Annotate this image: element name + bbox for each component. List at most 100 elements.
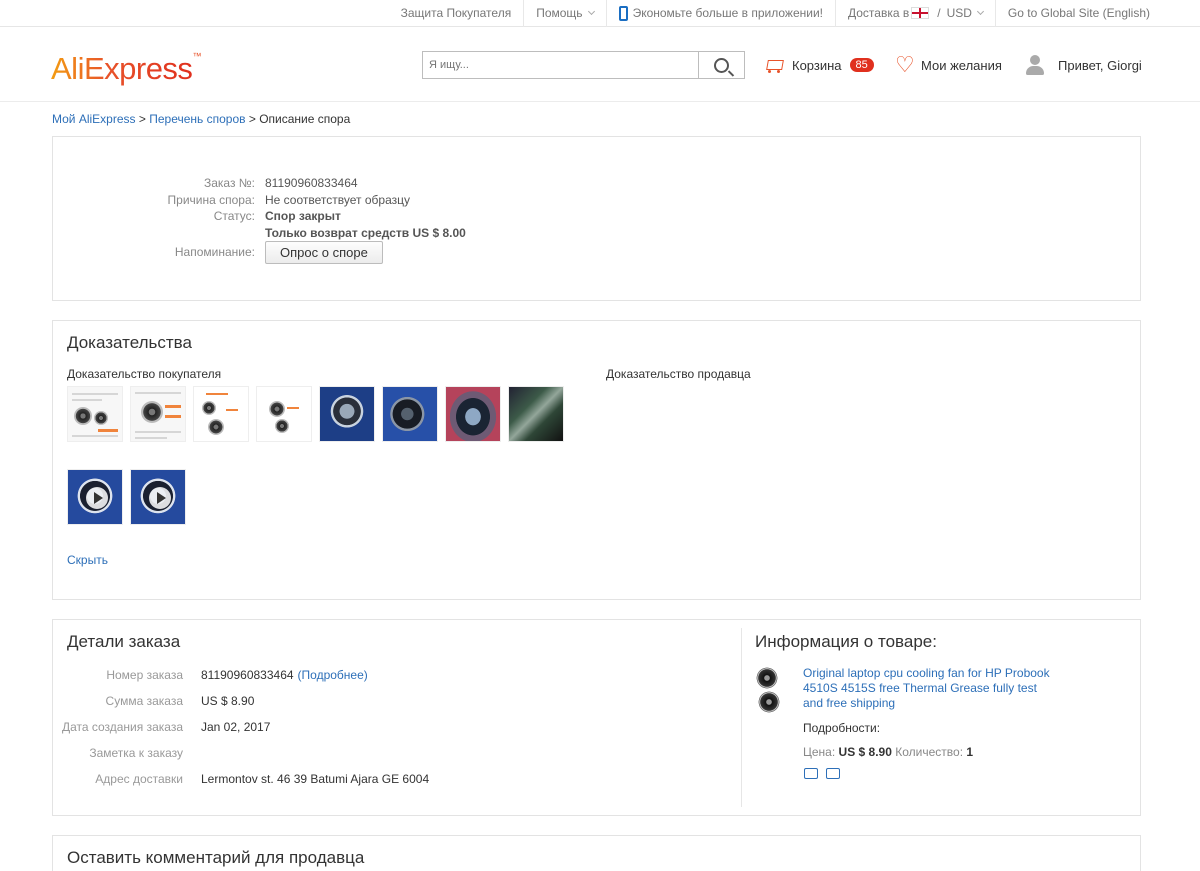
phone-icon bbox=[618, 5, 628, 21]
seller-evidence-label: Доказательство продавца bbox=[606, 367, 751, 381]
breadcrumb-my-aliexpress[interactable]: Мой AliExpress bbox=[52, 112, 136, 126]
greeting-label: Привет, Giorgi bbox=[1058, 57, 1142, 73]
order-detail-label: Заметка к заказу bbox=[89, 746, 183, 760]
product-image[interactable] bbox=[755, 666, 795, 716]
breadcrumb: Мой AliExpress > Перечень споров > Описа… bbox=[52, 112, 350, 126]
order-detail-row: Сумма заказа US $ 8.90 bbox=[53, 694, 255, 708]
reminder-row: Напоминание: Опрос о споре bbox=[53, 241, 383, 264]
comment-title: Оставить комментарий для продавца bbox=[67, 848, 365, 867]
wishlist-label: Мои желания bbox=[921, 57, 1002, 73]
delivery-currency-menu[interactable]: Доставка в / USD bbox=[834, 0, 995, 27]
quantity-label: Количество: bbox=[895, 745, 964, 759]
quantity-value: 1 bbox=[966, 745, 974, 759]
order-detail-row: Номер заказа 81190960833464 (Подробнее) bbox=[53, 668, 368, 682]
refund-row: Только возврат средств US $ 8.00 bbox=[53, 225, 466, 242]
evidence-panel: Доказательства Доказательство покупателя… bbox=[52, 320, 1141, 600]
buyer-evidence-label: Доказательство покупателя bbox=[67, 367, 222, 381]
dispute-summary-panel: Заказ №: 81190960833464 Причина спора: Н… bbox=[52, 136, 1141, 301]
header: AliExpress™ Корзина 85 ♡ Мои желания При… bbox=[0, 27, 1200, 102]
card-service-icon[interactable] bbox=[826, 768, 840, 779]
order-detail-row: Дата создания заказа Jan 02, 2017 bbox=[53, 720, 270, 734]
order-details-title: Детали заказа bbox=[67, 632, 181, 651]
breadcrumb-separator: > bbox=[135, 112, 150, 126]
breadcrumb-current: Описание спора bbox=[259, 112, 351, 126]
order-more-link[interactable]: (Подробнее) bbox=[298, 668, 368, 682]
product-title-link[interactable]: Original laptop cpu cooling fan for HP P… bbox=[803, 666, 1053, 711]
refund-label-spacer bbox=[53, 225, 265, 242]
order-detail-label: Номер заказа bbox=[106, 668, 183, 682]
search-icon bbox=[714, 57, 729, 73]
delivery-truck-icon[interactable] bbox=[804, 768, 818, 779]
account-link[interactable]: Привет, Giorgi bbox=[1026, 55, 1142, 75]
evidence-thumbnail[interactable] bbox=[67, 386, 123, 442]
order-number-value: 81190960833464 bbox=[265, 176, 358, 190]
georgia-flag-icon bbox=[911, 7, 930, 19]
help-menu[interactable]: Помощь bbox=[523, 0, 605, 27]
search-box bbox=[422, 51, 745, 79]
dispute-reason-label: Причина спора: bbox=[167, 193, 255, 207]
order-detail-label: Сумма заказа bbox=[105, 694, 183, 708]
evidence-thumbnail[interactable] bbox=[382, 386, 438, 442]
logo-trademark: ™ bbox=[192, 51, 201, 61]
dispute-survey-button[interactable]: Опрос о споре bbox=[265, 241, 383, 264]
buyer-protection-link[interactable]: Защита Покупателя bbox=[389, 0, 524, 27]
evidence-video-thumbnail[interactable] bbox=[130, 469, 186, 525]
cart-label: Корзина bbox=[792, 57, 842, 73]
product-details-label: Подробности: bbox=[803, 721, 881, 735]
evidence-thumbnail[interactable] bbox=[130, 386, 186, 442]
status-label: Статус: bbox=[213, 209, 255, 223]
currency-separator: / bbox=[937, 6, 941, 20]
order-details-panel: Детали заказа Номер заказа 8119096083346… bbox=[52, 619, 1141, 816]
logo-text: AliExpress bbox=[51, 51, 193, 86]
product-price-line: Цена: US $ 8.90 Количество: 1 bbox=[803, 745, 973, 759]
refund-value: Только возврат средств US $ 8.00 bbox=[265, 226, 466, 240]
evidence-video-thumbnail[interactable] bbox=[67, 469, 123, 525]
cart-link[interactable]: Корзина 85 bbox=[764, 57, 874, 73]
chevron-down-icon bbox=[587, 7, 595, 16]
evidence-title: Доказательства bbox=[67, 333, 192, 352]
order-number-label: Заказ №: bbox=[203, 176, 255, 190]
dispute-reason-value: Не соответствует образцу bbox=[265, 193, 410, 207]
price-label: Цена: bbox=[803, 745, 836, 759]
cart-icon bbox=[764, 57, 784, 73]
reminder-label: Напоминание: bbox=[174, 245, 255, 259]
app-promo-label: Экономьте больше в приложении! bbox=[632, 6, 823, 20]
order-detail-value: Lermontov st. 46 39 Batumi Ajara GE 6004 bbox=[201, 772, 430, 786]
breadcrumb-separator: > bbox=[245, 112, 260, 126]
order-detail-row: Заметка к заказу bbox=[53, 746, 201, 760]
order-number-row: Заказ №: 81190960833464 bbox=[53, 175, 358, 192]
breadcrumb-disputes[interactable]: Перечень споров bbox=[149, 112, 245, 126]
heart-icon: ♡ bbox=[895, 52, 915, 77]
order-detail-row: Адрес доставки Lermontov st. 46 39 Batum… bbox=[53, 772, 429, 786]
wishlist-link[interactable]: ♡ Мои желания bbox=[895, 52, 1002, 77]
evidence-thumbnail[interactable] bbox=[508, 386, 564, 442]
hide-evidence-link[interactable]: Скрыть bbox=[67, 553, 108, 567]
product-info-title: Информация о товаре: bbox=[755, 632, 937, 651]
aliexpress-logo[interactable]: AliExpress™ bbox=[51, 51, 201, 87]
evidence-thumbnail[interactable] bbox=[256, 386, 312, 442]
evidence-thumbnail[interactable] bbox=[445, 386, 501, 442]
price-value: US $ 8.90 bbox=[838, 745, 892, 759]
order-detail-label: Адрес доставки bbox=[95, 772, 183, 786]
global-site-link[interactable]: Go to Global Site (English) bbox=[994, 0, 1162, 27]
search-input[interactable] bbox=[423, 52, 698, 78]
app-promo-link[interactable]: Экономьте больше в приложении! bbox=[605, 0, 835, 27]
help-label: Помощь bbox=[536, 6, 583, 20]
delivery-label: Доставка в bbox=[847, 6, 910, 20]
cart-count-badge: 85 bbox=[849, 58, 874, 72]
section-divider bbox=[741, 628, 742, 807]
dispute-reason-row: Причина спора: Не соответствует образцу bbox=[53, 192, 410, 209]
evidence-thumbnail[interactable] bbox=[193, 386, 249, 442]
status-value: Спор закрыт bbox=[265, 209, 341, 223]
order-detail-label: Дата создания заказа bbox=[61, 720, 183, 734]
play-icon bbox=[86, 487, 108, 509]
status-row: Статус: Спор закрыт bbox=[53, 208, 341, 225]
search-button[interactable] bbox=[698, 52, 744, 78]
order-detail-value: US $ 8.90 bbox=[201, 694, 255, 708]
evidence-thumbnail[interactable] bbox=[319, 386, 375, 442]
chevron-down-icon bbox=[976, 7, 984, 16]
top-bar: Защита Покупателя Помощь Экономьте больш… bbox=[0, 0, 1200, 27]
comment-panel: Оставить комментарий для продавца bbox=[52, 835, 1141, 871]
order-detail-value: Jan 02, 2017 bbox=[201, 720, 271, 734]
currency-label: USD bbox=[946, 6, 972, 20]
